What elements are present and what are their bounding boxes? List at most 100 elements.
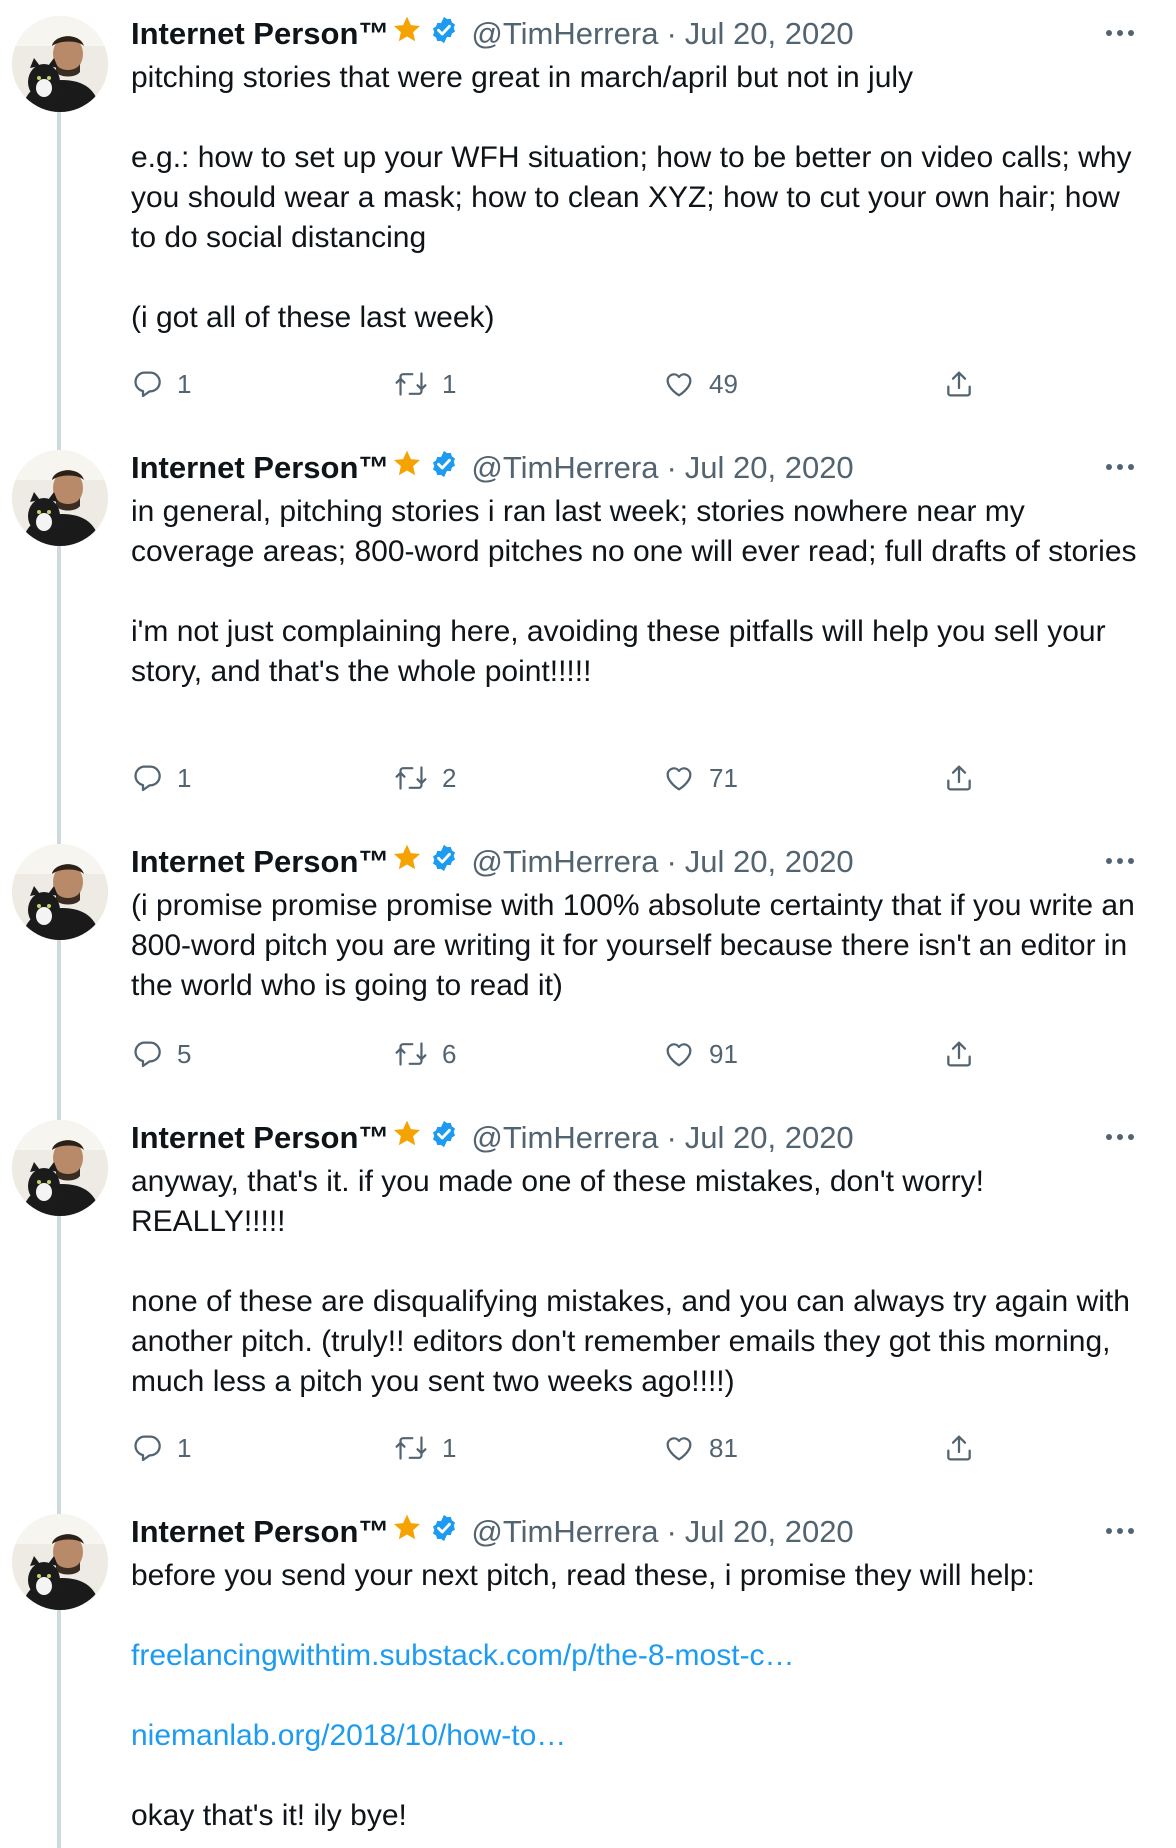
share-button[interactable] (943, 364, 975, 404)
avatar[interactable] (12, 844, 108, 940)
tweet-1[interactable]: Internet Person™ @TimHerrera · Jul 20, 2… (0, 0, 1176, 434)
tweet-paragraph: okay that's it! ily bye! (131, 1799, 407, 1832)
like-button[interactable]: 71 (663, 758, 738, 798)
tweet-link[interactable]: freelancingwithtim.substack.com/p/the-8-… (131, 1639, 795, 1672)
like-count: 49 (709, 368, 738, 399)
share-icon (943, 762, 975, 794)
tweet-link[interactable]: niemanlab.org/2018/10/how-to… (131, 1719, 566, 1752)
tweet-actions: 1 2 71 (131, 758, 991, 798)
avatar[interactable] (12, 1120, 108, 1216)
reply-button[interactable]: 1 (131, 1428, 191, 1468)
star-icon (391, 1118, 423, 1158)
retweet-count: 6 (442, 1038, 457, 1069)
tweet-header: Internet Person™ @TimHerrera · Jul 20, 2… (131, 448, 854, 488)
author-handle[interactable]: @TimHerrera (471, 1120, 658, 1156)
retweet-button[interactable]: 1 (394, 1428, 456, 1468)
more-icon[interactable] (1100, 452, 1140, 482)
like-button[interactable]: 91 (663, 1034, 738, 1074)
tweet-paragraph: (i promise promise promise with 100% abs… (131, 889, 1135, 1002)
author-name[interactable]: Internet Person™ (131, 844, 389, 880)
tweet-actions: 1 1 81 (131, 1428, 991, 1468)
share-button[interactable] (943, 1428, 975, 1468)
verified-badge-icon (429, 15, 459, 53)
author-handle[interactable]: @TimHerrera (471, 450, 658, 486)
tweet-thread: Internet Person™ @TimHerrera · Jul 20, 2… (0, 0, 1176, 1848)
author-handle[interactable]: @TimHerrera (471, 844, 658, 880)
retweet-button[interactable]: 6 (394, 1034, 456, 1074)
tweet-text: anyway, that's it. if you made one of th… (131, 1162, 1141, 1402)
avatar[interactable] (12, 450, 108, 546)
reply-count: 1 (177, 368, 192, 399)
reply-count: 1 (177, 762, 192, 793)
reply-count: 5 (177, 1038, 192, 1069)
author-name[interactable]: Internet Person™ (131, 450, 389, 486)
share-button[interactable] (943, 758, 975, 798)
tweet-date[interactable]: Jul 20, 2020 (685, 1120, 854, 1156)
reply-button[interactable]: 1 (131, 364, 191, 404)
separator-dot: · (666, 844, 677, 879)
star-icon (391, 14, 423, 54)
share-icon (943, 1432, 975, 1464)
retweet-icon (394, 762, 428, 794)
star-icon (391, 1512, 423, 1552)
retweet-button[interactable]: 1 (394, 364, 456, 404)
tweet-date[interactable]: Jul 20, 2020 (685, 16, 854, 52)
verified-badge-icon (429, 449, 459, 487)
retweet-count: 1 (442, 368, 457, 399)
retweet-icon (394, 368, 428, 400)
tweet-date[interactable]: Jul 20, 2020 (685, 844, 854, 880)
separator-dot: · (666, 16, 677, 51)
like-button[interactable]: 81 (663, 1428, 738, 1468)
retweet-icon (394, 1038, 428, 1070)
reply-count: 1 (177, 1432, 192, 1463)
tweet-text: in general, pitching stories i ran last … (131, 492, 1141, 692)
author-name[interactable]: Internet Person™ (131, 1120, 389, 1156)
tweet-header: Internet Person™ @TimHerrera · Jul 20, 2… (131, 1118, 854, 1158)
star-icon (391, 448, 423, 488)
like-count: 71 (709, 762, 738, 793)
like-count: 91 (709, 1038, 738, 1069)
separator-dot: · (666, 1514, 677, 1549)
tweet-text: (i promise promise promise with 100% abs… (131, 886, 1141, 1006)
reply-icon (131, 1038, 163, 1070)
author-name[interactable]: Internet Person™ (131, 16, 389, 52)
reply-button[interactable]: 5 (131, 1034, 191, 1074)
tweet-text: pitching stories that were great in marc… (131, 58, 1141, 338)
like-count: 81 (709, 1432, 738, 1463)
more-icon[interactable] (1100, 1122, 1140, 1152)
tweet-date[interactable]: Jul 20, 2020 (685, 450, 854, 486)
like-button[interactable]: 49 (663, 364, 738, 404)
like-icon (663, 368, 695, 400)
separator-dot: · (666, 450, 677, 485)
share-icon (943, 368, 975, 400)
tweet-2[interactable]: Internet Person™ @TimHerrera · Jul 20, 2… (0, 434, 1176, 828)
more-icon[interactable] (1100, 1516, 1140, 1546)
like-icon (663, 1038, 695, 1070)
tweet-paragraph: (i got all of these last week) (131, 301, 495, 334)
reply-icon (131, 1432, 163, 1464)
tweet-paragraph: i'm not just complaining here, avoiding … (131, 615, 1106, 688)
reply-button[interactable]: 1 (131, 758, 191, 798)
retweet-icon (394, 1432, 428, 1464)
author-handle[interactable]: @TimHerrera (471, 16, 658, 52)
retweet-button[interactable]: 2 (394, 758, 456, 798)
retweet-count: 1 (442, 1432, 457, 1463)
more-icon[interactable] (1100, 18, 1140, 48)
tweet-text: before you send your next pitch, read th… (131, 1556, 1141, 1836)
more-icon[interactable] (1100, 846, 1140, 876)
tweet-5[interactable]: Internet Person™ @TimHerrera · Jul 20, 2… (0, 1498, 1176, 1848)
tweet-paragraph: anyway, that's it. if you made one of th… (131, 1165, 984, 1238)
tweet-3[interactable]: Internet Person™ @TimHerrera · Jul 20, 2… (0, 828, 1176, 1104)
reply-icon (131, 762, 163, 794)
avatar[interactable] (12, 16, 108, 112)
tweet-actions: 5 6 91 (131, 1034, 991, 1074)
tweet-4[interactable]: Internet Person™ @TimHerrera · Jul 20, 2… (0, 1104, 1176, 1498)
tweet-date[interactable]: Jul 20, 2020 (685, 1514, 854, 1550)
avatar[interactable] (12, 1514, 108, 1610)
author-name[interactable]: Internet Person™ (131, 1514, 389, 1550)
author-handle[interactable]: @TimHerrera (471, 1514, 658, 1550)
share-button[interactable] (943, 1034, 975, 1074)
tweet-actions: 1 1 49 (131, 364, 991, 404)
like-icon (663, 762, 695, 794)
star-icon (391, 842, 423, 882)
